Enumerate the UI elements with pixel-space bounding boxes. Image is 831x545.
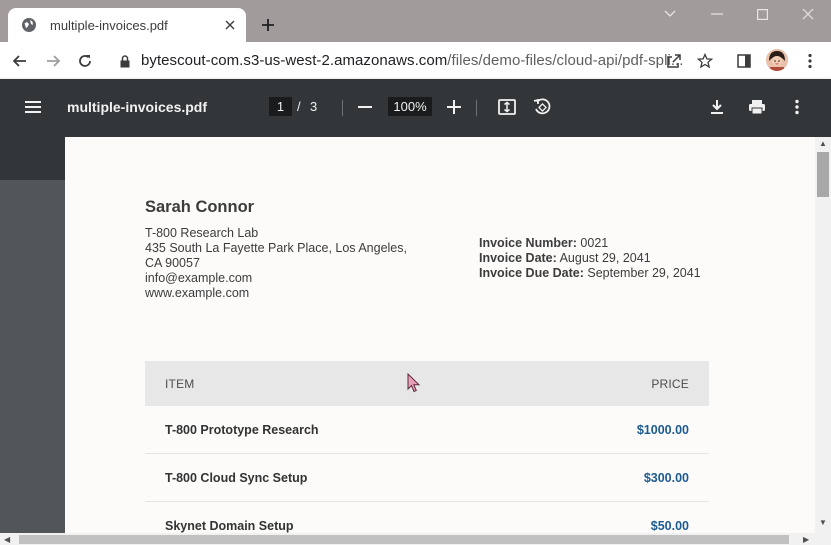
pdf-page: Sarah Connor T-800 Research Lab 435 Sout…	[65, 137, 815, 533]
mouse-cursor-icon	[407, 372, 421, 393]
invoice-number: Invoice Number: 0021	[479, 236, 608, 250]
toolbar-divider	[476, 100, 477, 116]
invoice-due-date-value: September 29, 2041	[583, 266, 701, 280]
browser-toolbar: bytescout-com.s3-us-west-2.amazonaws.com…	[0, 42, 831, 79]
browser-tab[interactable]: multiple-invoices.pdf	[8, 8, 246, 42]
scroll-up-arrow-icon[interactable]: ▲	[819, 139, 827, 148]
price-column-header: PRICE	[651, 377, 689, 391]
maximize-button[interactable]	[747, 4, 777, 24]
toolbar-divider	[342, 100, 343, 116]
back-button[interactable]	[9, 50, 31, 72]
zoom-out-button[interactable]	[353, 95, 377, 119]
table-row: T-800 Cloud Sync Setup $300.00	[145, 454, 709, 502]
pdf-viewer-toolbar: multiple-invoices.pdf 1 / 3 100%	[0, 79, 831, 137]
side-panel-icon[interactable]	[733, 50, 755, 72]
invoice-date-label: Invoice Date:	[479, 251, 557, 265]
invoice-due-date: Invoice Due Date: September 29, 2041	[479, 266, 701, 280]
close-window-button[interactable]	[793, 4, 823, 24]
close-tab-icon[interactable]	[222, 17, 238, 33]
lock-icon[interactable]	[114, 50, 136, 72]
minimize-button[interactable]	[702, 4, 732, 24]
tab-title: multiple-invoices.pdf	[50, 17, 168, 33]
profile-avatar[interactable]	[766, 49, 788, 71]
invoice-items-table: ITEM PRICE T-800 Prototype Research $100…	[145, 361, 709, 533]
share-icon[interactable]	[663, 50, 685, 72]
sender-name: Sarah Connor	[145, 198, 255, 216]
item-name: Skynet Domain Setup	[165, 519, 294, 533]
invoice-number-label: Invoice Number:	[479, 236, 577, 250]
invoice-due-date-label: Invoice Due Date:	[479, 266, 584, 280]
scroll-down-arrow-icon[interactable]: ▼	[819, 518, 827, 527]
table-header: ITEM PRICE	[145, 361, 709, 406]
scroll-left-arrow-icon[interactable]: ◀	[4, 535, 10, 544]
pdf-viewport[interactable]: Sarah Connor T-800 Research Lab 435 Sout…	[0, 137, 815, 533]
bookmark-star-icon[interactable]	[694, 50, 716, 72]
invoice-number-value: 0021	[576, 236, 609, 250]
vertical-scrollbar-thumb[interactable]	[817, 152, 829, 197]
sidebar-edge	[0, 137, 65, 180]
total-pages: 3	[310, 99, 318, 114]
invoice-date-value: August 29, 2041	[556, 251, 651, 265]
tab-search-chevron-icon[interactable]	[655, 4, 685, 24]
zoom-in-button[interactable]	[442, 95, 466, 119]
forward-button[interactable]	[42, 50, 64, 72]
reload-button[interactable]	[74, 50, 96, 72]
item-name: T-800 Cloud Sync Setup	[165, 471, 308, 485]
table-row: Skynet Domain Setup $50.00	[145, 502, 709, 533]
item-price: $50.00	[650, 519, 689, 533]
print-icon[interactable]	[745, 95, 769, 119]
invoice-date: Invoice Date: August 29, 2041	[479, 251, 651, 265]
address-bar[interactable]: bytescout-com.s3-us-west-2.amazonaws.com…	[141, 52, 684, 69]
download-icon[interactable]	[705, 95, 729, 119]
horizontal-scrollbar-thumb[interactable]	[19, 535, 789, 544]
item-column-header: ITEM	[165, 377, 195, 391]
globe-icon	[21, 17, 37, 33]
item-price: $1000.00	[636, 423, 689, 437]
page-number-input[interactable]: 1	[269, 97, 292, 116]
item-price: $300.00	[643, 471, 689, 485]
fit-to-page-icon[interactable]	[495, 95, 519, 119]
browser-menu-icon[interactable]	[799, 50, 821, 72]
url-host: bytescout-com.s3-us-west-2.amazonaws.com	[141, 52, 448, 69]
sender-city: CA 90057	[145, 256, 200, 270]
zoom-level-input[interactable]: 100%	[388, 97, 432, 116]
pdf-file-name: multiple-invoices.pdf	[67, 99, 208, 115]
sender-company: T-800 Research Lab	[145, 226, 259, 240]
table-row: T-800 Prototype Research $1000.00	[145, 406, 709, 454]
browser-tab-strip: multiple-invoices.pdf	[0, 0, 831, 42]
page-separator: /	[297, 99, 301, 114]
more-options-icon[interactable]	[785, 95, 809, 119]
hamburger-menu-icon[interactable]	[21, 95, 45, 119]
sender-address: 435 South La Fayette Park Place, Los Ang…	[145, 241, 407, 255]
rotate-icon[interactable]	[530, 95, 554, 119]
sender-email: info@example.com	[145, 271, 253, 285]
item-name: T-800 Prototype Research	[165, 423, 319, 437]
new-tab-button[interactable]	[258, 15, 278, 35]
sender-website: www.example.com	[145, 286, 250, 300]
url-path: /files/demo-files/cloud-api/pdf-spli...	[447, 52, 684, 69]
scroll-right-arrow-icon[interactable]: ▶	[803, 535, 809, 544]
